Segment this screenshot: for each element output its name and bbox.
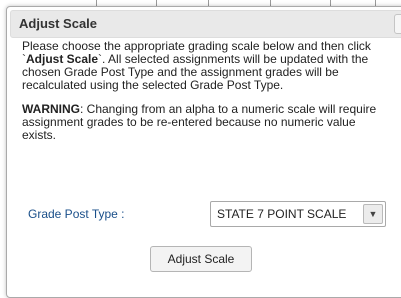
dialog-titlebar[interactable]: Adjust Scale X xyxy=(10,10,401,38)
chevron-down-icon[interactable]: ▼ xyxy=(363,204,383,224)
adjust-scale-button[interactable]: Adjust Scale xyxy=(150,246,252,272)
dialog-content: Please choose the appropriate grading sc… xyxy=(22,40,390,142)
grade-post-type-value: STATE 7 POINT SCALE xyxy=(217,207,347,221)
warning-text: WARNING: Changing from an alpha to a num… xyxy=(22,103,390,142)
instructions-text: Please choose the appropriate grading sc… xyxy=(22,40,390,92)
instructions-button-name: Adjust Scale xyxy=(26,52,99,66)
grade-post-type-select[interactable]: STATE 7 POINT SCALE ▼ xyxy=(210,201,386,227)
grade-post-type-label: Grade Post Type : xyxy=(28,207,125,221)
close-icon[interactable]: X xyxy=(394,14,401,34)
warning-label: WARNING xyxy=(22,102,80,116)
dialog-title: Adjust Scale xyxy=(19,16,98,31)
